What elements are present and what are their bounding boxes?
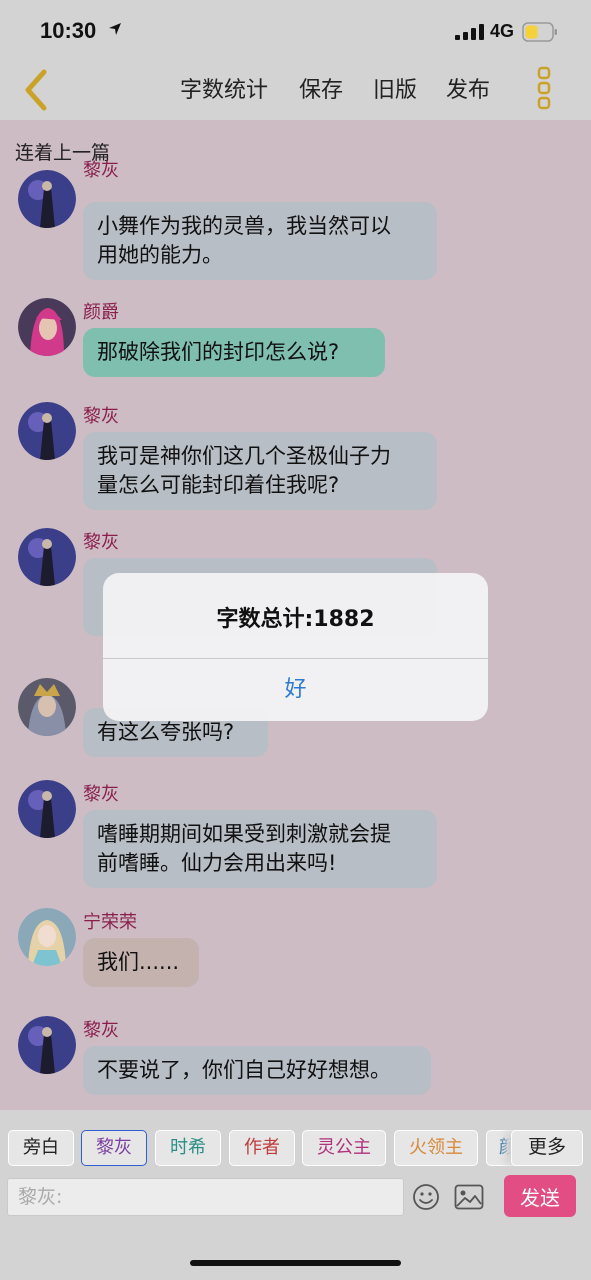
avatar-ningrongrong[interactable] xyxy=(18,908,76,966)
nav-bar: 字数统计 保存 旧版 发布 xyxy=(0,62,591,120)
sender-name: 黎灰 xyxy=(83,1020,119,1041)
alert-ok-button[interactable]: 好 xyxy=(103,659,488,721)
send-button[interactable]: 发送 xyxy=(504,1175,576,1217)
emoji-icon[interactable] xyxy=(412,1183,440,1211)
old-version-button[interactable]: 旧版 xyxy=(373,72,417,104)
save-button[interactable]: 保存 xyxy=(299,72,343,104)
status-time: 10:30 xyxy=(40,18,97,43)
message-bubble: 那破除我们的封印怎么说? xyxy=(83,328,385,377)
back-chevron-icon[interactable] xyxy=(18,66,58,114)
message-bubble: 我们...... xyxy=(83,938,199,987)
image-icon[interactable] xyxy=(454,1184,484,1210)
sender-name: 黎灰 xyxy=(83,160,119,181)
role-chip-narrator[interactable]: 旁白 xyxy=(8,1130,74,1166)
avatar-lihui[interactable] xyxy=(18,170,76,228)
avatar-lihui[interactable] xyxy=(18,1016,76,1074)
word-count-alert: 字数总计:1882 好 xyxy=(103,573,488,721)
word-count-button[interactable]: 字数统计 xyxy=(180,72,268,104)
avatar-pang[interactable] xyxy=(18,678,76,736)
role-chip-lihui[interactable]: 黎灰 xyxy=(81,1130,147,1166)
message-bubble: 小舞作为我的灵兽，我当然可以 用她的能力。 xyxy=(83,202,437,280)
battery-icon xyxy=(522,22,557,42)
sender-name: 黎灰 xyxy=(83,406,119,427)
network-type: 4G xyxy=(490,21,515,41)
message-input[interactable] xyxy=(7,1178,404,1216)
home-indicator xyxy=(190,1260,401,1266)
alert-message: 字数总计:1882 xyxy=(216,607,375,632)
sender-name: 黎灰 xyxy=(83,784,119,805)
avatar-lihui[interactable] xyxy=(18,528,76,586)
more-menu-icon[interactable] xyxy=(532,66,556,110)
avatar-yanjue[interactable] xyxy=(18,298,76,356)
avatar-lihui[interactable] xyxy=(18,780,76,838)
role-chip-ling-princess[interactable]: 灵公主 xyxy=(302,1130,386,1166)
role-chip-shixi[interactable]: 时希 xyxy=(155,1130,221,1166)
sender-name: 颜爵 xyxy=(83,302,119,323)
role-chip-author[interactable]: 作者 xyxy=(229,1130,295,1166)
signal-icon xyxy=(455,24,484,40)
compose-toolbar: 旁白 黎灰 时希 作者 灵公主 火领主 颜 更多 发送 xyxy=(0,1110,591,1280)
avatar-lihui[interactable] xyxy=(18,402,76,460)
sender-name: 宁荣荣 xyxy=(83,912,137,933)
message-bubble: 嗜睡期期间如果受到刺激就会提 前嗜睡。仙力会用出来吗! xyxy=(83,810,437,888)
sender-name: 黎灰 xyxy=(83,532,119,553)
status-bar: 10:30 4G xyxy=(0,0,591,62)
publish-button[interactable]: 发布 xyxy=(446,72,490,104)
message-bubble: 我可是神你们这几个圣极仙子力 量怎么可能封印着住我呢? xyxy=(83,432,437,510)
more-roles-button[interactable]: 更多 xyxy=(511,1130,583,1166)
message-bubble: 不要说了，你们自己好好想想。 xyxy=(83,1046,431,1095)
location-arrow-icon xyxy=(109,23,121,35)
role-chips[interactable]: 旁白 黎灰 时希 作者 灵公主 火领主 颜 更多 xyxy=(0,1130,591,1168)
role-chip-fire-lord[interactable]: 火领主 xyxy=(394,1130,478,1166)
